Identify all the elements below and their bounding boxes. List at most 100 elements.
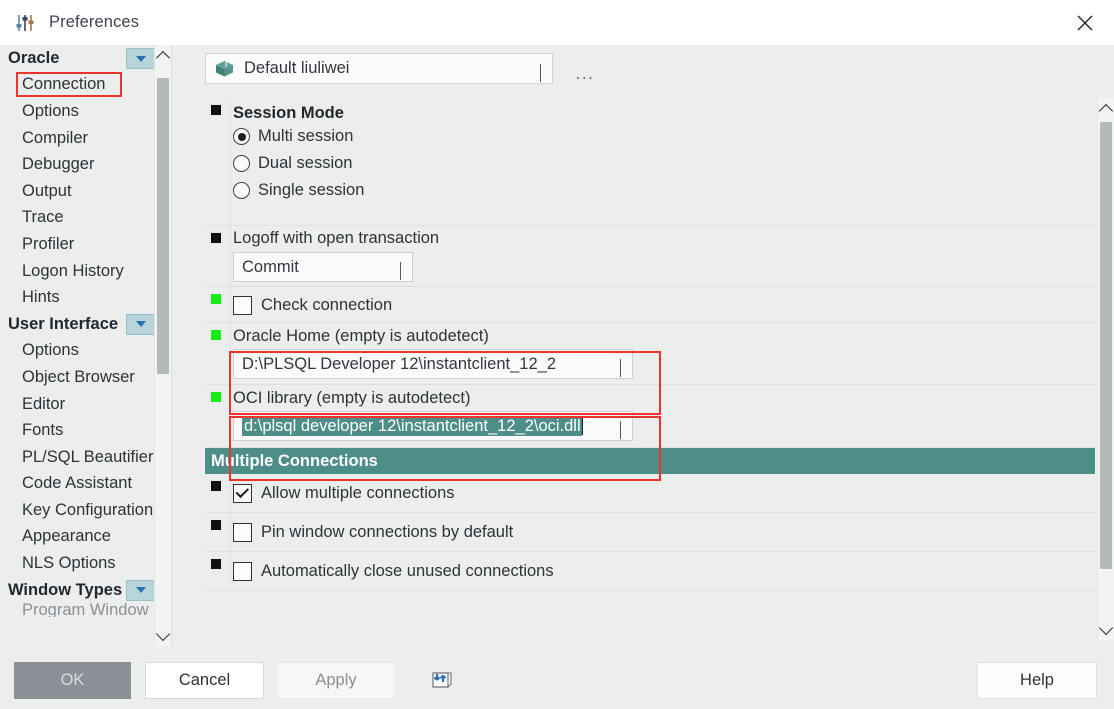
- apply-button[interactable]: Apply: [276, 662, 396, 699]
- sidebar-item-label: Hints: [22, 288, 60, 307]
- sidebar-group-window-types[interactable]: Window Types: [0, 577, 171, 604]
- chevron-down-icon[interactable]: [126, 579, 155, 601]
- setting-marker: [211, 559, 221, 569]
- setting-session-mode: Session Mode Multi session Dual session …: [205, 98, 1095, 226]
- import-export-icon[interactable]: [425, 663, 459, 697]
- sidebar-item-compiler[interactable]: Compiler: [0, 125, 171, 152]
- settings-list: Session Mode Multi session Dual session …: [205, 98, 1095, 640]
- chevron-down-icon[interactable]: [540, 64, 541, 82]
- chevron-down-icon[interactable]: [126, 313, 155, 335]
- sidebar-item-plsql-beautifier[interactable]: PL/SQL Beautifier: [0, 444, 171, 471]
- sidebar-item-label: Debugger: [22, 155, 95, 174]
- sidebar-item-program-window[interactable]: Program Window: [0, 603, 171, 617]
- settings-scrollbar-thumb[interactable]: [1100, 122, 1112, 569]
- sidebar-item-trace[interactable]: Trace: [0, 205, 171, 232]
- divider: [230, 323, 231, 384]
- sidebar-item-label: Fonts: [22, 421, 64, 440]
- chevron-down-icon[interactable]: [620, 421, 621, 439]
- setting-auto-close-unused-connections: Automatically close unused connections: [205, 552, 1095, 591]
- sidebar-item-options[interactable]: Options: [0, 98, 171, 125]
- sidebar-item-label: Options: [22, 341, 79, 360]
- radio-dual-session[interactable]: Dual session: [233, 150, 1095, 177]
- sidebar-group-oracle[interactable]: Oracle: [0, 45, 171, 72]
- radio-multi-session[interactable]: Multi session: [233, 123, 1095, 150]
- profile-name: Default liuliwei: [244, 59, 350, 77]
- window-title: Preferences: [49, 13, 140, 31]
- sidebar-item-appearance[interactable]: Appearance: [0, 524, 171, 551]
- chevron-down-icon[interactable]: [155, 624, 171, 646]
- oracle-home-select[interactable]: D:\PLSQL Developer 12\instantclient_12_2: [233, 349, 633, 379]
- oci-library-value-wrap: d:\plsql developer 12\instantclient_12_2…: [242, 416, 584, 436]
- sidebar-item-debugger[interactable]: Debugger: [0, 151, 171, 178]
- pin-window-connections-checkbox[interactable]: Pin window connections by default: [233, 517, 1095, 547]
- sidebar-item-code-assistant[interactable]: Code Assistant: [0, 471, 171, 498]
- chevron-up-icon[interactable]: [1098, 98, 1114, 120]
- sidebar-scrollbar-thumb[interactable]: [157, 78, 169, 374]
- chevron-up-icon[interactable]: [155, 45, 171, 67]
- sidebar-item-fonts[interactable]: Fonts: [0, 417, 171, 444]
- sidebar-group-user-interface[interactable]: User Interface: [0, 311, 171, 338]
- chevron-down-icon[interactable]: [400, 262, 401, 280]
- setting-oci-library: OCI library (empty is autodetect) d:\pls…: [205, 385, 1095, 448]
- oci-library-select[interactable]: d:\plsql developer 12\instantclient_12_2…: [233, 411, 633, 441]
- sidebar-item-connection[interactable]: Connection: [0, 71, 171, 99]
- chevron-down-icon[interactable]: [126, 48, 155, 69]
- sidebar-item-object-browser[interactable]: Object Browser: [0, 364, 171, 391]
- logoff-select[interactable]: Commit: [233, 252, 413, 282]
- setting-marker: [211, 233, 221, 243]
- radio-label: Multi session: [258, 127, 354, 145]
- checkbox-label: Allow multiple connections: [261, 483, 455, 502]
- logoff-value: Commit: [242, 257, 299, 276]
- title-bar: Preferences: [0, 0, 1114, 45]
- chevron-down-icon[interactable]: [620, 359, 621, 377]
- sidebar-item-label: PL/SQL Beautifier: [22, 447, 154, 466]
- help-button[interactable]: Help: [977, 662, 1097, 699]
- radio-icon[interactable]: [233, 128, 250, 145]
- setting-marker: [211, 105, 221, 115]
- profile-select[interactable]: Default liuliwei: [205, 53, 553, 84]
- sidebar-scrollbar[interactable]: [154, 45, 171, 646]
- auto-close-unused-connections-checkbox[interactable]: Automatically close unused connections: [233, 556, 1095, 586]
- setting-pin-window-connections: Pin window connections by default: [205, 513, 1095, 552]
- checkbox-icon[interactable]: [233, 483, 252, 503]
- radio-icon[interactable]: [233, 155, 250, 172]
- sidebar-item-label: Editor: [22, 394, 66, 413]
- allow-multiple-connections-checkbox[interactable]: Allow multiple connections: [233, 478, 1095, 508]
- more-options-button[interactable]: ...: [572, 62, 598, 88]
- sidebar-item-profiler[interactable]: Profiler: [0, 231, 171, 258]
- sidebar-item-label: Code Assistant: [22, 474, 133, 493]
- cancel-button[interactable]: Cancel: [145, 662, 264, 699]
- sidebar-item-logon-history[interactable]: Logon History: [0, 258, 171, 285]
- checkbox-icon[interactable]: [233, 295, 252, 315]
- sidebar-item-editor[interactable]: Editor: [0, 391, 171, 418]
- profile-combo-bar: Default liuliwei ...: [205, 53, 605, 84]
- oracle-home-label: Oracle Home (empty is autodetect): [233, 327, 489, 345]
- divider: [230, 385, 231, 447]
- sidebar-item-label: Appearance: [22, 527, 111, 546]
- sidebar-item-label: Output: [22, 181, 72, 200]
- sidebar-item-output[interactable]: Output: [0, 178, 171, 205]
- checkbox-icon[interactable]: [233, 561, 252, 581]
- check-connection-checkbox[interactable]: Check connection: [233, 290, 1095, 320]
- ok-button[interactable]: OK: [14, 662, 131, 699]
- settings-scrollbar[interactable]: [1097, 98, 1114, 640]
- checkbox-label: Pin window connections by default: [261, 522, 514, 541]
- sidebar-item-key-configuration[interactable]: Key Configuration: [0, 497, 171, 524]
- sidebar-item-hints[interactable]: Hints: [0, 284, 171, 311]
- sidebar-item-nls-options[interactable]: NLS Options: [0, 550, 171, 577]
- divider: [230, 552, 231, 590]
- close-icon[interactable]: [1056, 0, 1114, 45]
- checkbox-icon[interactable]: [233, 522, 252, 542]
- chevron-down-icon[interactable]: [1098, 618, 1114, 640]
- setting-logoff-with-open-transaction: Logoff with open transaction Commit: [205, 226, 1095, 287]
- sidebar-item-label: NLS Options: [22, 554, 116, 573]
- setting-marker: [211, 330, 221, 340]
- sidebar-item-ui-options[interactable]: Options: [0, 338, 171, 365]
- radio-single-session[interactable]: Single session: [233, 177, 1095, 204]
- text-caret: [581, 416, 584, 435]
- divider: [230, 513, 231, 551]
- sidebar-item-label: Logon History: [22, 261, 124, 280]
- setting-marker: [211, 294, 221, 304]
- settings-sidebar[interactable]: Oracle Connection Options Compiler Debug…: [0, 45, 172, 646]
- radio-icon[interactable]: [233, 182, 250, 199]
